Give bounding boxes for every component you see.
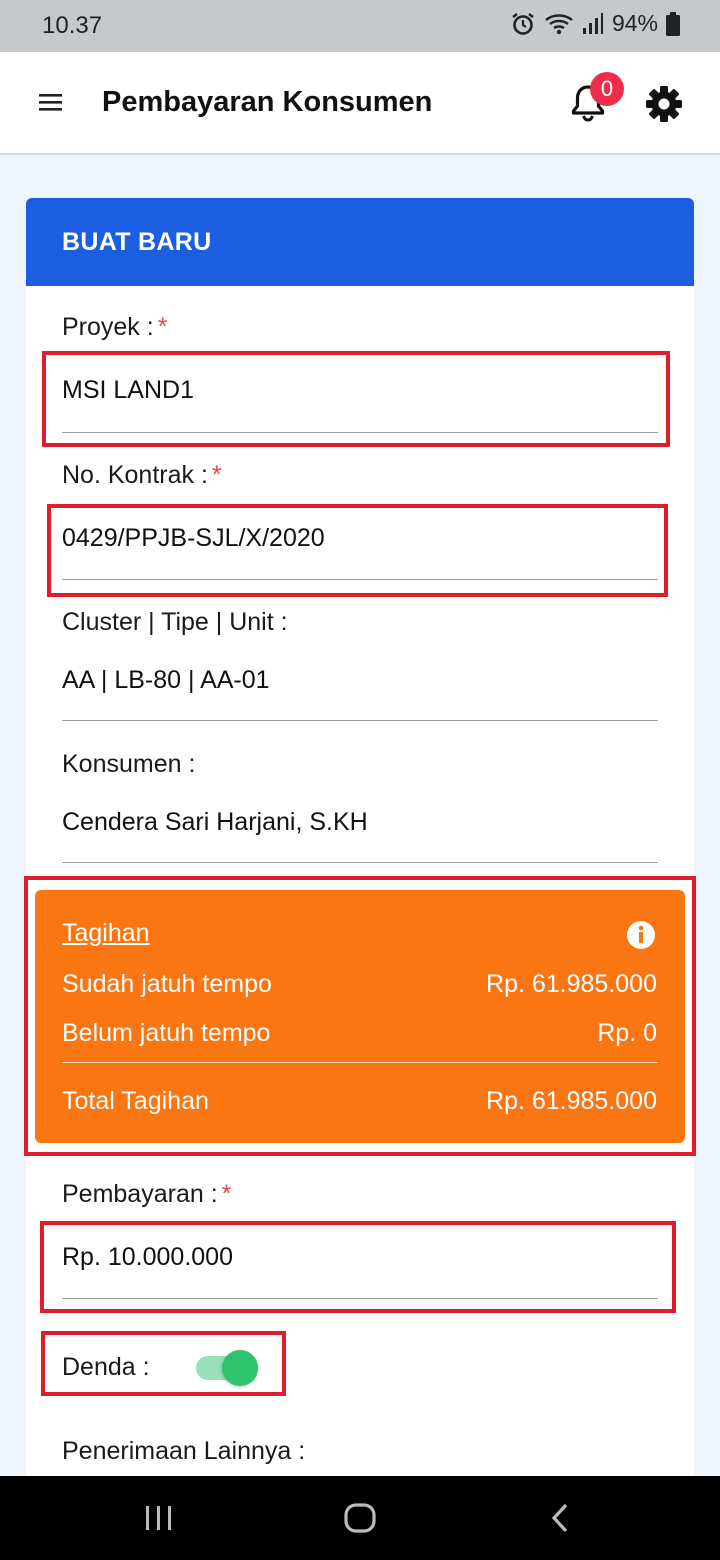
required-mark: *: [211, 461, 222, 489]
navigation-bar: [0, 1476, 720, 1560]
highlight-box: [42, 351, 670, 447]
card-header: BUAT BARU: [26, 198, 694, 286]
status-bar: 10.37 94%: [0, 0, 720, 52]
alarm-icon: [510, 11, 536, 37]
signal-icon: [582, 12, 604, 36]
required-mark: *: [157, 313, 168, 341]
unit-label: Cluster | Tipe | Unit :: [62, 608, 288, 636]
gear-icon[interactable]: [644, 84, 684, 124]
konsumen-label: Konsumen :: [62, 750, 196, 778]
konsumen-underline: [62, 862, 658, 863]
unit-value: AA | LB-80 | AA-01: [62, 666, 270, 694]
battery-icon: [666, 11, 680, 36]
back-icon[interactable]: [548, 1502, 572, 1539]
highlight-box: [24, 876, 696, 1156]
status-time: 10.37: [42, 12, 103, 39]
highlight-box: [41, 1331, 286, 1396]
notification-badge: 0: [590, 72, 624, 106]
highlight-box: [40, 1221, 676, 1313]
status-icons: 94%: [510, 10, 680, 37]
konsumen-value: Cendera Sari Harjani, S.KH: [62, 808, 368, 836]
proyek-label: Proyek : *: [62, 313, 168, 341]
app-bar: Pembayaran Konsumen 0: [0, 52, 720, 155]
home-icon[interactable]: [343, 1502, 377, 1539]
wifi-icon: [544, 12, 574, 36]
unit-underline: [62, 720, 658, 721]
menu-icon[interactable]: [38, 90, 64, 114]
recent-apps-icon[interactable]: [144, 1502, 174, 1539]
penerimaan-lainnya-label: Penerimaan Lainnya :: [62, 1437, 306, 1465]
highlight-box: [47, 504, 668, 597]
pembayaran-label: Pembayaran : *: [62, 1180, 232, 1208]
kontrak-label: No. Kontrak : *: [62, 461, 222, 489]
battery-percent: 94%: [611, 10, 658, 36]
required-mark: *: [221, 1180, 232, 1208]
page-title: Pembayaran Konsumen: [102, 86, 433, 118]
